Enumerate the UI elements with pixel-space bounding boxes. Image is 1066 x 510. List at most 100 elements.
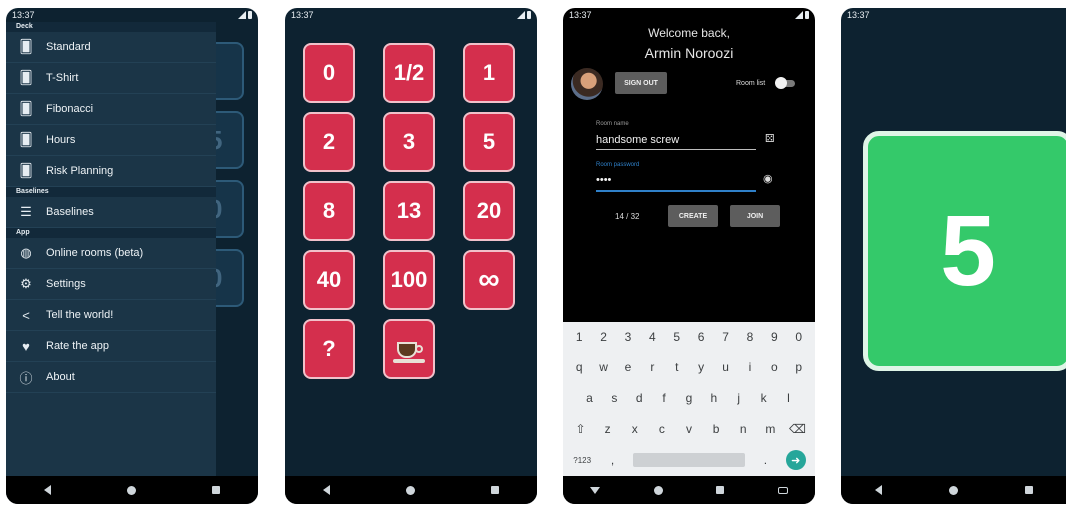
card-1[interactable]: 1: [463, 43, 515, 103]
card-3[interactable]: 3: [383, 112, 435, 172]
battery-icon: [248, 11, 252, 19]
drawer-item-rate[interactable]: ♥ Rate the app: [6, 331, 216, 362]
room-name-label: Room name: [596, 121, 629, 127]
back-icon[interactable]: [44, 485, 51, 495]
home-icon[interactable]: [653, 485, 663, 495]
key[interactable]: q: [569, 360, 589, 374]
key[interactable]: d: [629, 391, 649, 405]
key[interactable]: g: [679, 391, 699, 405]
info-icon: ⓘ: [19, 370, 33, 386]
key[interactable]: 1: [569, 330, 589, 344]
card-13[interactable]: 13: [383, 181, 435, 241]
space-key[interactable]: [632, 453, 745, 467]
selected-card[interactable]: 5: [863, 131, 1066, 371]
drawer-item-fibonacci[interactable]: 🂠 Fibonacci: [6, 94, 216, 125]
drawer-item-share[interactable]: < Tell the world!: [6, 300, 216, 331]
key[interactable]: k: [754, 391, 774, 405]
drawer-item-hours[interactable]: 🂠 Hours: [6, 125, 216, 156]
recent-apps-icon[interactable]: [491, 486, 499, 494]
card-infinity[interactable]: ∞: [463, 250, 515, 310]
hide-keyboard-icon[interactable]: [589, 486, 600, 494]
card-half[interactable]: 1/2: [383, 43, 435, 103]
recent-apps-icon[interactable]: [716, 486, 725, 494]
room-list-toggle[interactable]: [775, 77, 797, 89]
card-2[interactable]: 2: [303, 112, 355, 172]
key[interactable]: 4: [642, 330, 662, 344]
key[interactable]: n: [733, 422, 753, 436]
drawer-item-settings[interactable]: ⚙ Settings: [6, 269, 216, 300]
card-5[interactable]: 5: [463, 112, 515, 172]
key[interactable]: p: [789, 360, 809, 374]
symbols-key[interactable]: ?123: [572, 456, 592, 465]
create-button[interactable]: CREATE: [668, 205, 718, 227]
comma-key[interactable]: ,: [603, 453, 623, 467]
key[interactable]: e: [618, 360, 638, 374]
card-coffee[interactable]: [383, 319, 435, 379]
key[interactable]: 6: [691, 330, 711, 344]
drawer-item-baselines[interactable]: ☰ Baselines: [6, 197, 216, 228]
card-100[interactable]: 100: [383, 250, 435, 310]
status-icons: [795, 11, 809, 19]
key[interactable]: 7: [716, 330, 736, 344]
card-40[interactable]: 40: [303, 250, 355, 310]
key[interactable]: m: [760, 422, 780, 436]
key[interactable]: t: [667, 360, 687, 374]
key[interactable]: 9: [764, 330, 784, 344]
home-icon[interactable]: [127, 485, 136, 495]
card-0[interactable]: 0: [303, 43, 355, 103]
key[interactable]: 0: [789, 330, 809, 344]
recent-apps-icon[interactable]: [1024, 486, 1033, 494]
shift-key[interactable]: ⇧: [571, 422, 591, 436]
key[interactable]: x: [625, 422, 645, 436]
drawer-item-online-rooms[interactable]: ◍ Online rooms (beta): [6, 238, 216, 269]
eye-icon[interactable]: ◉: [763, 172, 773, 185]
home-icon[interactable]: [406, 485, 415, 495]
join-button[interactable]: JOIN: [730, 205, 780, 227]
room-name-field[interactable]: handsome screw: [596, 134, 679, 146]
key[interactable]: l: [778, 391, 798, 405]
key[interactable]: y: [691, 360, 711, 374]
back-icon[interactable]: [323, 485, 330, 495]
keyboard-row-bottom: ?123 , . ➜: [563, 450, 815, 470]
key[interactable]: a: [579, 391, 599, 405]
card-20[interactable]: 20: [463, 181, 515, 241]
key[interactable]: o: [764, 360, 784, 374]
signal-icon: [238, 11, 246, 19]
key[interactable]: 8: [740, 330, 760, 344]
key[interactable]: z: [598, 422, 618, 436]
enter-arrow-icon[interactable]: ➜: [785, 450, 806, 470]
key[interactable]: i: [740, 360, 760, 374]
home-icon[interactable]: [948, 485, 958, 495]
key[interactable]: j: [729, 391, 749, 405]
drawer-item-tshirt[interactable]: 🂠 T-Shirt: [6, 63, 216, 94]
period-key[interactable]: .: [755, 453, 775, 467]
globe-icon: ◍: [20, 245, 32, 260]
keyboard-switch-icon[interactable]: [778, 486, 789, 494]
avatar: [571, 68, 603, 100]
sign-out-button[interactable]: SIGN OUT: [615, 72, 667, 94]
key[interactable]: h: [704, 391, 724, 405]
card-8[interactable]: 8: [303, 181, 355, 241]
key[interactable]: v: [679, 422, 699, 436]
card-question[interactable]: ?: [303, 319, 355, 379]
drawer-item-about[interactable]: ⓘ About: [6, 362, 216, 393]
key[interactable]: f: [654, 391, 674, 405]
key[interactable]: u: [716, 360, 736, 374]
key[interactable]: c: [652, 422, 672, 436]
key[interactable]: 2: [594, 330, 614, 344]
drawer-item-standard[interactable]: 🂠 Standard: [6, 32, 216, 63]
key[interactable]: 3: [618, 330, 638, 344]
back-icon[interactable]: [874, 485, 882, 495]
dice-icon[interactable]: ⚄: [765, 132, 775, 145]
status-time: 13:37: [847, 10, 870, 20]
key[interactable]: r: [642, 360, 662, 374]
room-password-field[interactable]: ••••: [596, 174, 611, 186]
drawer-item-risk-planning[interactable]: 🂠 Risk Planning: [6, 156, 216, 187]
backspace-key[interactable]: ⌫: [787, 422, 807, 436]
recent-apps-icon[interactable]: [212, 486, 220, 494]
key[interactable]: b: [706, 422, 726, 436]
key[interactable]: 5: [667, 330, 687, 344]
key[interactable]: s: [604, 391, 624, 405]
key[interactable]: w: [594, 360, 614, 374]
status-bar: 13:37: [6, 8, 258, 22]
